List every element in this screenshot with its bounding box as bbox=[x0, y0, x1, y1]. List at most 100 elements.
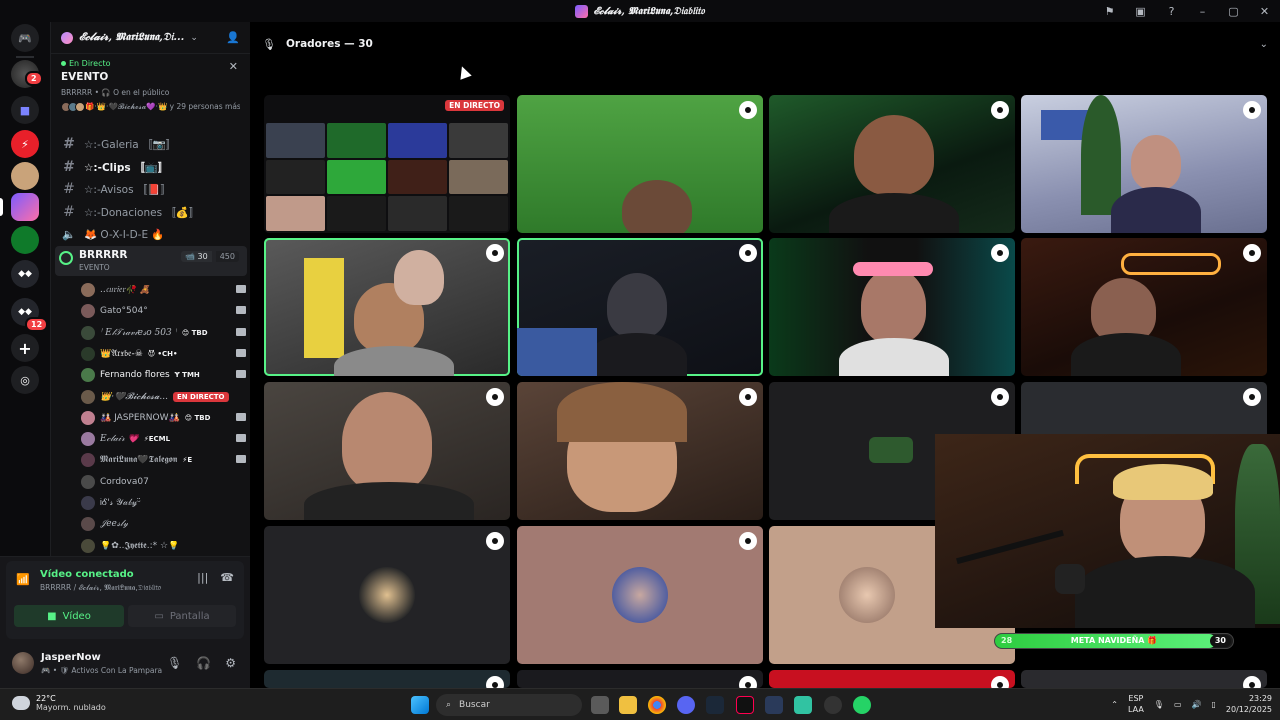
network-icon[interactable]: ▭ bbox=[1174, 700, 1182, 709]
channel-clips[interactable]: # ☆:-Clips 〚📺〛 bbox=[61, 157, 246, 177]
video-tile[interactable] bbox=[769, 238, 1015, 376]
username[interactable]: JasperNow bbox=[41, 652, 101, 663]
server-icon-green[interactable] bbox=[11, 226, 39, 254]
server-icon-face[interactable] bbox=[11, 162, 39, 190]
voice-member[interactable]: 𝕸𝖆𝖗𝖎𝕷𝖚𝖓𝖆🖤𝕿𝖆𝖑𝖊𝖌𝖔𝖓 ⚡E bbox=[81, 450, 246, 470]
voice-status[interactable]: Vídeo conectado bbox=[40, 569, 134, 580]
voice-member[interactable]: 🎎 JASPERNOW🎎 😊 TBD bbox=[81, 408, 246, 428]
video-tile[interactable] bbox=[1021, 95, 1267, 233]
more-options-icon[interactable] bbox=[486, 676, 504, 688]
more-options-icon[interactable] bbox=[739, 388, 757, 406]
video-tile[interactable] bbox=[769, 95, 1015, 233]
search-box[interactable]: ⌕ Buscar bbox=[436, 694, 582, 716]
voice-member[interactable]: 👑·🖤𝓑𝓲𝓬𝓱𝓸𝓼𝓪... EN DIRECTO bbox=[81, 387, 246, 407]
more-options-icon[interactable] bbox=[991, 676, 1009, 688]
volume-icon[interactable]: 🔊 bbox=[1192, 700, 1202, 709]
voice-channel-brrrrr[interactable]: BRRRRR EVENTO 📹 30 450 bbox=[55, 246, 247, 276]
more-options-icon[interactable] bbox=[486, 388, 504, 406]
maximize-button[interactable]: ▢ bbox=[1218, 5, 1249, 18]
more-options-icon[interactable] bbox=[991, 101, 1009, 119]
clock[interactable]: 23:29 20/12/2025 bbox=[1226, 693, 1272, 715]
file-explorer-icon[interactable] bbox=[619, 696, 637, 714]
avatar-tile[interactable] bbox=[264, 526, 510, 664]
avatar-tile[interactable] bbox=[517, 526, 763, 664]
noise-suppression-icon[interactable]: ||| bbox=[197, 571, 208, 584]
microphone-icon[interactable]: 🎙 bbox=[1154, 700, 1164, 709]
server-icon-red[interactable]: ⚡ bbox=[11, 130, 39, 158]
chevron-down-icon[interactable]: ⌄ bbox=[1260, 39, 1268, 50]
weather-widget[interactable]: 22°C Mayorm. nublado bbox=[12, 694, 106, 712]
voice-member[interactable]: ᎥᎴ'𝓈 𝒴𝒶𝒷𝓎ᵕ̈ bbox=[81, 493, 246, 513]
video-button[interactable]: ■ Vídeo bbox=[14, 605, 124, 627]
obs-icon[interactable] bbox=[824, 696, 842, 714]
settings-gear-icon[interactable]: ⚙ bbox=[225, 656, 236, 670]
chevron-down-icon[interactable]: ⌄ bbox=[190, 33, 198, 43]
video-tile[interactable] bbox=[517, 382, 763, 520]
more-options-icon[interactable] bbox=[739, 676, 757, 688]
chevron-up-icon[interactable]: ⌃ bbox=[1111, 700, 1118, 709]
voice-member[interactable]: 👑𝔄𝔯𝔵𝔟𝔢-☠ 😈 •CH• bbox=[81, 344, 246, 364]
voice-member[interactable]: 𝐸𝒸𝓁𝒶𝒾𝓇 💗 ⚡ECML bbox=[81, 429, 246, 449]
more-options-icon[interactable] bbox=[739, 244, 757, 262]
more-options-icon[interactable] bbox=[991, 388, 1009, 406]
screen-share-button[interactable]: ▭ Pantalla bbox=[128, 605, 236, 627]
voice-channel-oxide[interactable]: 🔈 🦊 O-X-I-D-E 🔥 bbox=[61, 224, 246, 244]
guild-header[interactable]: 𝓔𝓬𝓵𝓪𝓲𝓻, 𝕸𝖆𝖗𝖎𝕷𝖚𝖓𝖆,𝔇𝔦... ⌄ 👤 bbox=[51, 22, 250, 54]
voice-member[interactable]: Fernando flores Ɏ TMH bbox=[81, 365, 246, 385]
voice-member[interactable]: 𝒥𝑒𝑒𝓈𝓁𝓎 bbox=[81, 514, 246, 534]
voice-member[interactable]: ꜝ 𝐸𝓁𝒯𝓇𝒶𝓋𝒾𝑒𝓈𝑜 503 ꜝ 😊 TBD bbox=[81, 323, 246, 343]
channel-donaciones[interactable]: # ☆:-Donaciones 〚💰〛 bbox=[61, 202, 246, 222]
video-tile[interactable] bbox=[1021, 670, 1267, 688]
more-options-icon[interactable] bbox=[739, 532, 757, 550]
more-options-icon[interactable] bbox=[1243, 676, 1261, 688]
voice-member[interactable]: 💡✿..𝕵𝖞𝖊𝖙𝖙𝖊.:* ☆💡 bbox=[81, 536, 246, 556]
task-view-icon[interactable] bbox=[591, 696, 609, 714]
video-tile-speaking[interactable] bbox=[517, 238, 763, 376]
minimize-button[interactable]: – bbox=[1187, 5, 1218, 18]
app-icon[interactable] bbox=[765, 696, 783, 714]
video-tile[interactable] bbox=[1021, 238, 1267, 376]
close-icon[interactable]: ✕ bbox=[229, 60, 238, 73]
avatar[interactable] bbox=[12, 652, 34, 674]
live-event-card[interactable]: En Directo EVENTO BRRRRR • 🎧 O en el púb… bbox=[51, 54, 250, 117]
folder-icon[interactable]: ■ bbox=[11, 96, 39, 124]
more-options-icon[interactable] bbox=[486, 532, 504, 550]
screen-share-icon[interactable]: ▣ bbox=[1125, 5, 1156, 18]
channel-galeria[interactable]: # ☆:-Galeria 〚📷〛 bbox=[61, 134, 246, 154]
video-tile[interactable] bbox=[769, 670, 1015, 688]
more-options-icon[interactable] bbox=[1243, 388, 1261, 406]
close-window-button[interactable]: ✕ bbox=[1249, 5, 1280, 18]
help-icon[interactable]: ? bbox=[1156, 5, 1187, 18]
language-indicator[interactable]: ESP LAA bbox=[1128, 693, 1144, 715]
discord-home-icon[interactable]: 🎮 bbox=[11, 24, 39, 52]
battery-icon[interactable]: ▯ bbox=[1211, 700, 1215, 709]
voice-member[interactable]: Cordova07 bbox=[81, 472, 246, 492]
disconnect-icon[interactable]: ☎ bbox=[220, 571, 234, 584]
inbox-icon[interactable]: ⚑ bbox=[1094, 5, 1125, 18]
add-member-icon[interactable]: 👤 bbox=[226, 31, 240, 44]
video-tile[interactable] bbox=[517, 95, 763, 233]
video-tile-speaking[interactable] bbox=[264, 238, 510, 376]
headphones-icon[interactable]: 🎧 bbox=[196, 656, 211, 670]
more-options-icon[interactable] bbox=[1243, 244, 1261, 262]
voice-member[interactable]: ..𝔠𝔲𝔯𝔦𝔢𝔯🥀 🧸 bbox=[81, 280, 246, 300]
add-server-icon[interactable]: + bbox=[11, 334, 39, 362]
channel-avisos[interactable]: # ☆:-Avisos 〚📕〛 bbox=[61, 179, 246, 199]
tiktok-icon[interactable] bbox=[736, 696, 754, 714]
windows-start-icon[interactable] bbox=[411, 696, 429, 714]
video-tile[interactable] bbox=[517, 670, 763, 688]
whatsapp-icon[interactable] bbox=[853, 696, 871, 714]
steam-icon[interactable] bbox=[706, 696, 724, 714]
more-options-icon[interactable] bbox=[1243, 101, 1261, 119]
discord-taskbar-icon[interactable] bbox=[677, 696, 695, 714]
server-folder-icon[interactable]: ◆◆ bbox=[11, 260, 39, 288]
stream-tile-live[interactable]: EN DIRECTO bbox=[264, 95, 510, 233]
discover-icon[interactable]: ◎ bbox=[11, 366, 39, 394]
voice-member[interactable]: Gato°504° bbox=[81, 301, 246, 321]
video-tile[interactable] bbox=[264, 670, 510, 688]
more-options-icon[interactable] bbox=[739, 101, 757, 119]
microphone-icon[interactable]: 🎙 bbox=[167, 656, 182, 670]
voice-location[interactable]: BRRRRR / 𝓔𝓬𝓵𝓪𝓲𝓻, 𝕸𝖆𝖗𝖎𝕷𝖚𝖓𝖆,𝔇𝔦𝔞𝔟𝔩𝔦𝔱𝔬 bbox=[40, 583, 161, 593]
chrome-icon[interactable] bbox=[648, 696, 666, 714]
server-icon-active[interactable] bbox=[11, 193, 39, 221]
